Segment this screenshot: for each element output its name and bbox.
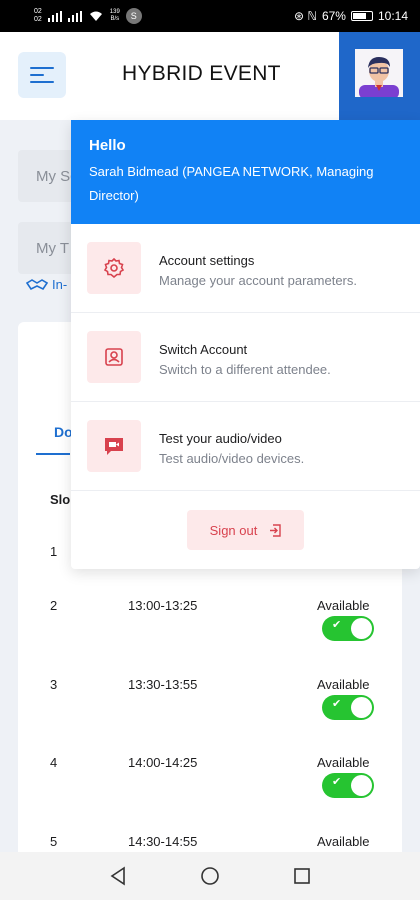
video-icon (87, 420, 141, 472)
gear-icon (87, 242, 141, 294)
tab-indicator (36, 453, 70, 455)
user-greeting-panel: Hello Sarah Bidmead (PANGEA NETWORK, Man… (71, 120, 420, 224)
clock: 10:14 (377, 9, 408, 23)
app-title: HYBRID EVENT (122, 62, 281, 85)
handshake-icon (26, 278, 48, 290)
back-icon[interactable] (106, 864, 130, 888)
wifi-icon (89, 11, 102, 21)
app-header: HYBRID EVENT (0, 32, 420, 120)
check-icon: ✔ (332, 619, 342, 631)
availability-toggle[interactable]: ✔ (322, 773, 374, 798)
user-dropdown-menu: Hello Sarah Bidmead (PANGEA NETWORK, Man… (71, 120, 420, 569)
slot-column-header: Slo (50, 492, 71, 507)
status-icons: ⊛ ℕ (293, 9, 317, 23)
avatar-button[interactable] (339, 32, 420, 120)
sim-indicator: 02 02 (34, 8, 42, 23)
home-icon[interactable] (198, 864, 222, 888)
sign-out-button[interactable]: Sign out (187, 510, 304, 550)
user-name: Sarah Bidmead (PANGEA NETWORK, Managing … (89, 164, 374, 203)
availability-toggle[interactable]: ✔ (322, 616, 374, 641)
menu-item-switch-account[interactable]: Switch Account Switch to a different att… (71, 313, 420, 402)
menu-item-test-audio-video[interactable]: Test your audio/video Test audio/video d… (71, 402, 420, 491)
contact-icon (87, 331, 141, 383)
check-icon: ✔ (332, 776, 342, 788)
signal-icon-2 (67, 10, 82, 22)
menu-item-account-settings[interactable]: Account settings Manage your account par… (71, 224, 420, 313)
table-row: 2 13:00-13:25 Available ✔ (0, 598, 420, 658)
app-badge-icon: S (125, 8, 142, 24)
table-row: 3 13:30-13:55 Available ✔ (0, 677, 420, 737)
recents-icon[interactable] (290, 864, 314, 888)
battery-icon (350, 11, 373, 21)
status-bar: 02 02 139 B/s S ⊛ ℕ 67% 10:14 (0, 0, 420, 32)
table-row: 4 14:00-14:25 Available ✔ (0, 755, 420, 815)
hamburger-icon[interactable] (18, 52, 66, 98)
tab-day[interactable]: Do (54, 424, 73, 440)
availability-toggle[interactable]: ✔ (322, 695, 374, 720)
in-person-label: In- (26, 277, 67, 292)
greeting: Hello (89, 137, 126, 154)
check-icon: ✔ (332, 698, 342, 710)
battery-percent: 67% (321, 9, 346, 23)
network-speed: 139 B/s (109, 9, 120, 22)
system-nav-bar (0, 852, 420, 900)
sign-out-icon (270, 523, 282, 537)
avatar (355, 49, 403, 97)
signal-icon (47, 10, 62, 22)
